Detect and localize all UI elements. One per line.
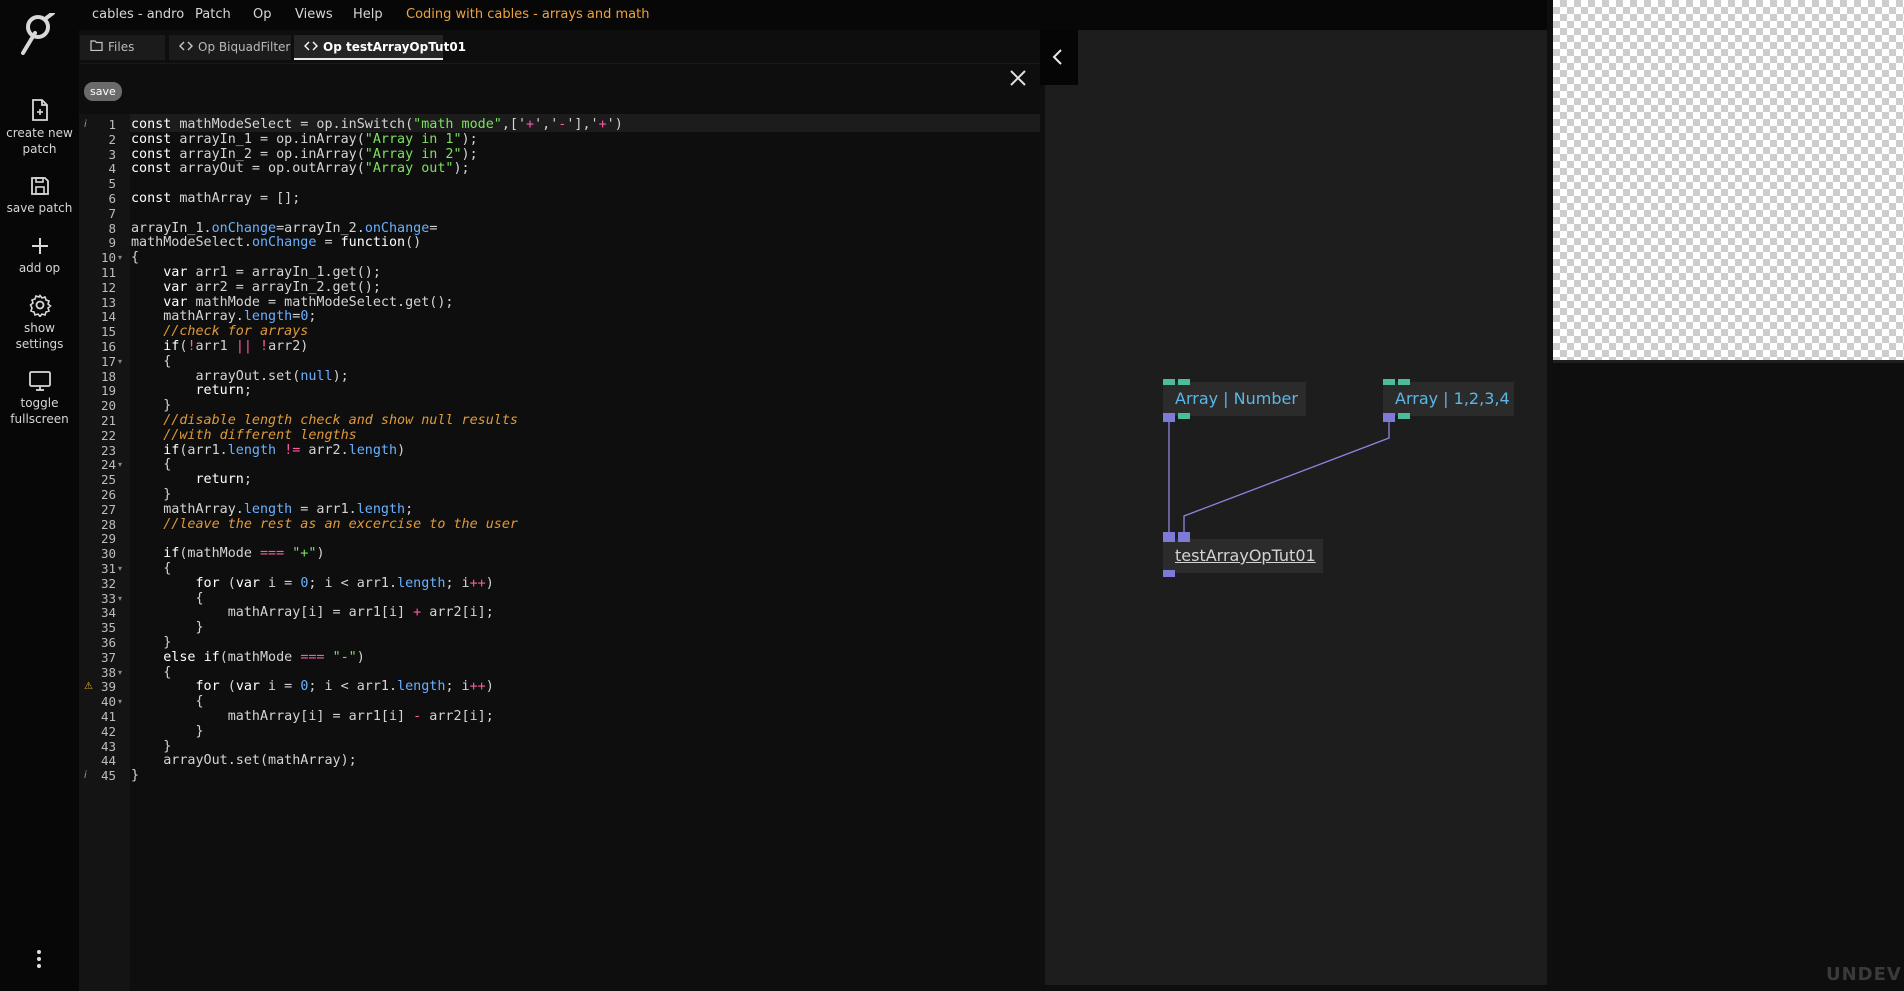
op-node-array-number-label: Array | Number [1175,389,1298,408]
menubar: cables - andro Patch Op Views Help Codin… [0,0,1553,30]
op-node-testarray-label: testArrayOpTut01 [1175,546,1316,565]
close-icon[interactable] [1008,68,1028,88]
fold-arrow-icon[interactable]: ▾ [118,353,122,371]
cables-logo[interactable] [18,13,58,57]
patch-canvas[interactable] [1045,30,1547,991]
fold-arrow-icon[interactable]: ▾ [118,693,122,711]
port-in[interactable] [1178,379,1190,385]
collapse-editor-button[interactable] [1040,30,1078,85]
fold-arrow-icon[interactable]: ▾ [118,456,122,474]
port-out-array[interactable] [1383,413,1395,422]
folder-icon [90,35,103,60]
fullscreen-label: fullscreen [10,412,69,426]
more-vertical-icon[interactable] [30,948,48,970]
menu-patch[interactable]: Patch [195,7,231,22]
tab-testarray-label: Op testArrayOpTut01 [323,40,467,54]
plus-icon [31,238,48,254]
tab-files[interactable]: Files [80,35,165,60]
code-line[interactable]: mathModeSelect.onChange = function() [131,234,421,252]
save-patch-label: save patch [6,201,73,215]
monitor-icon [28,371,51,391]
gear-icon [28,294,52,317]
chevron-left-icon [1052,49,1062,65]
fold-arrow-icon[interactable]: ▾ [118,560,122,578]
toggle-label: toggle [20,396,59,410]
fold-arrow-icon[interactable]: ▾ [118,249,122,267]
show-settings-button[interactable]: show settings [0,293,79,352]
show-label: show [23,321,55,335]
port-in[interactable] [1163,379,1175,385]
floppy-icon [30,177,49,195]
code-line[interactable]: //leave the rest as an excercise to the … [131,516,518,534]
menu-help[interactable]: Help [353,7,383,22]
patch-title[interactable]: Coding with cables - arrays and math [406,7,649,22]
save-button[interactable]: save [84,82,122,101]
menu-views[interactable]: Views [295,7,333,22]
tab-biquad-label: Op BiquadFilter [198,40,291,54]
fold-arrow-icon[interactable]: ▾ [118,664,122,682]
create-new-patch-button[interactable]: create new patch [0,98,79,157]
port-out-array[interactable] [1163,570,1175,577]
parameter-panel [1553,360,1904,991]
code-line[interactable]: const mathArray = []; [131,190,300,208]
op-node-array-1234[interactable]: Array | 1,2,3,4 [1383,382,1514,416]
port-in[interactable] [1398,379,1410,385]
file-plus-icon [31,99,48,121]
code-area[interactable]: const mathModeSelect = op.inSwitch("math… [130,114,1040,991]
line-number-gutter: 1 i 2 3 4 5 6 7 8 9 10 ▾ 11 12 13 14 15 16 17 ▾ 18 19 20 21 22 23… [79,114,130,991]
app-name[interactable]: cables - andro [92,7,184,22]
port-out[interactable] [1178,413,1190,419]
menu-op[interactable]: Op [253,7,271,22]
code-icon [304,35,318,60]
port-in-array-1[interactable] [1163,532,1175,542]
code-editor-panel: Files Op BiquadFilter Op testArrayOpTut0… [79,30,1040,991]
code-line[interactable]: if(arr1.length != arr2.length) [131,442,405,460]
create-new-label: create new [6,126,73,140]
code-line[interactable]: } [131,767,139,785]
toggle-fullscreen-button[interactable]: toggle fullscreen [0,370,79,427]
port-in-array-2[interactable] [1178,532,1190,542]
save-patch-button[interactable]: save patch [0,175,79,216]
code-icon [179,35,193,60]
canvas-preview[interactable] [1553,0,1904,360]
info-marker-icon[interactable]: i [84,767,87,785]
patch-bottom-border [1040,985,1553,991]
code-line[interactable]: const arrayOut = op.outArray("Array out"… [131,160,470,178]
add-op-label: add op [18,261,61,275]
tab-op-testarrayoptut01[interactable]: Op testArrayOpTut01 [294,35,466,60]
op-node-testarrayoptut01[interactable]: testArrayOpTut01 [1163,539,1323,573]
add-op-button[interactable]: add op [0,235,79,276]
undev-logo: UNDEV [1826,964,1902,985]
fold-arrow-icon[interactable]: ▾ [118,590,122,608]
tab-op-biquadfilter[interactable]: Op BiquadFilter [169,35,291,60]
settings-label: settings [15,337,64,351]
tab-files-label: Files [108,40,135,54]
patch-label: patch [22,142,57,156]
op-node-array-1234-label: Array | 1,2,3,4 [1395,389,1510,408]
port-out[interactable] [1398,413,1410,419]
port-out-array[interactable] [1163,413,1175,422]
port-in[interactable] [1383,379,1395,385]
sidebar: create new patch save patch add op show … [0,0,79,991]
op-node-array-number[interactable]: Array | Number [1163,382,1306,416]
code-line[interactable]: arrayOut.set(mathArray); [131,752,357,770]
editor-tabbar: Files Op BiquadFilter Op testArrayOpTut0… [79,30,1040,64]
